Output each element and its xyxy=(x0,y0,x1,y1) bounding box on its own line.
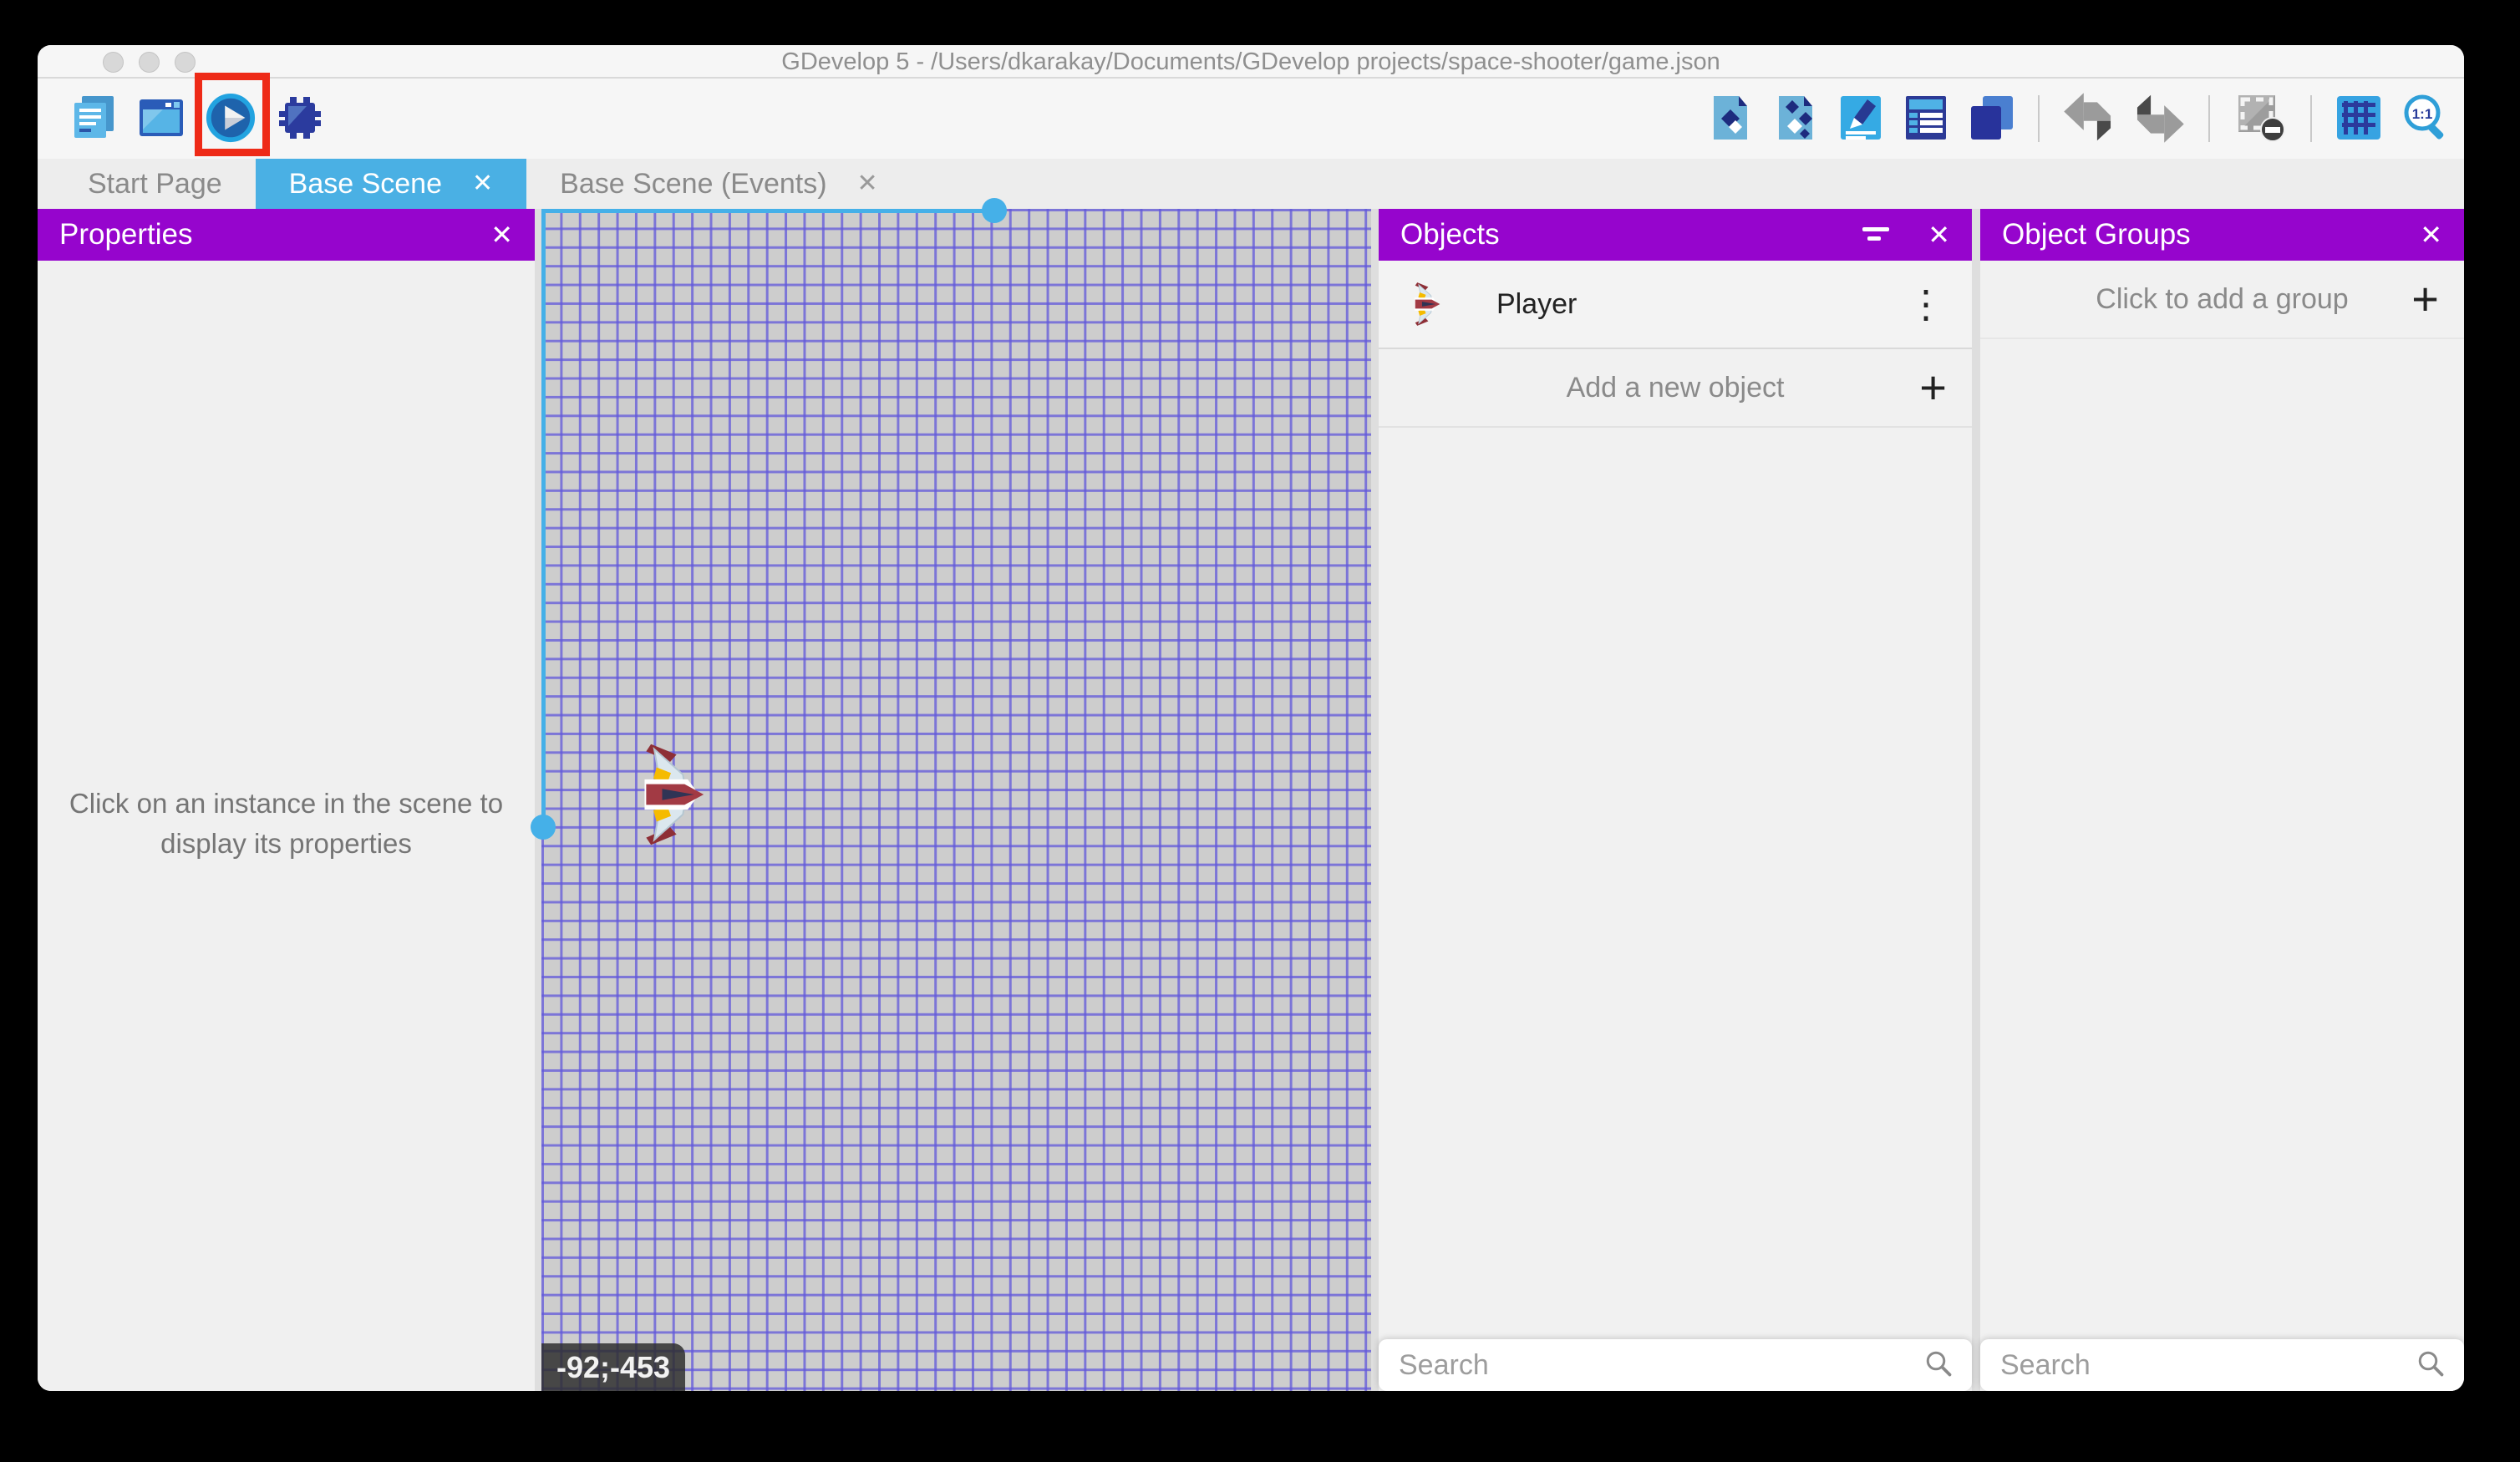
main-content: Properties ✕ Click on an instance in the… xyxy=(38,209,2464,1391)
layers-icon xyxy=(1968,94,2014,144)
tab-label: Base Scene (Events) xyxy=(560,168,826,201)
redo-button[interactable] xyxy=(2133,92,2185,146)
app-window: GDevelop 5 - /Users/dkarakay/Documents/G… xyxy=(38,45,2464,1391)
objects-search-input[interactable] xyxy=(1397,1348,1923,1383)
debug-button[interactable] xyxy=(277,94,323,144)
objects-search-bar xyxy=(1379,1339,1972,1391)
toggle-grid-button[interactable] xyxy=(2335,94,2382,144)
cursor-coordinates-badge: -92;-453 xyxy=(541,1343,685,1391)
properties-empty-message: Click on an instance in the scene to dis… xyxy=(61,784,511,864)
tab-label: Base Scene xyxy=(289,168,442,201)
toolbar-separator xyxy=(2038,95,2040,142)
play-preview-button[interactable] xyxy=(205,92,257,146)
tab-base-scene[interactable]: Base Scene ✕ xyxy=(256,159,527,209)
window-mask-icon xyxy=(2233,94,2287,145)
object-menu-button[interactable]: ⋮ xyxy=(1902,284,1950,324)
tab-base-scene-events[interactable]: Base Scene (Events) ✕ xyxy=(526,159,912,209)
properties-panel: Properties ✕ Click on an instance in the… xyxy=(38,209,535,1391)
game-window-border-top xyxy=(541,209,994,213)
game-window-border-left xyxy=(541,209,546,827)
zoom-1-1-button[interactable]: 1:1 xyxy=(2401,93,2451,145)
add-object-label: Add a new object xyxy=(1567,372,1785,404)
svg-text:1:1: 1:1 xyxy=(2412,106,2433,122)
player-ship-sprite[interactable] xyxy=(635,742,707,851)
close-icon: ✕ xyxy=(2420,221,2442,248)
toolbar-left xyxy=(71,79,323,159)
scene-window-button[interactable] xyxy=(138,94,185,144)
layers-editor-button[interactable] xyxy=(1968,94,2014,144)
grid-icon xyxy=(2335,94,2382,144)
close-tab-icon[interactable]: ✕ xyxy=(472,171,493,196)
tab-start-page[interactable]: Start Page xyxy=(54,159,256,209)
close-icon: ✕ xyxy=(490,221,513,248)
object-groups-editor-icon xyxy=(1772,94,1819,144)
object-row-player[interactable]: Player ⋮ xyxy=(1379,261,1972,349)
zoom-1-1-icon: 1:1 xyxy=(2401,93,2451,145)
properties-editor-button[interactable] xyxy=(1837,94,1884,144)
add-group-label: Click to add a group xyxy=(2096,283,2348,316)
close-panel-button[interactable]: ✕ xyxy=(1928,221,1950,248)
toolbar-separator xyxy=(2208,95,2210,142)
properties-pencil-icon xyxy=(1837,94,1884,144)
add-object-row[interactable]: Add a new object + xyxy=(1379,349,1972,428)
window-title: GDevelop 5 - /Users/dkarakay/Documents/G… xyxy=(38,45,2464,79)
properties-panel-header: Properties ✕ xyxy=(38,209,535,261)
object-name: Player xyxy=(1496,288,1577,321)
project-manager-button[interactable] xyxy=(71,94,118,144)
close-panel-button[interactable]: ✕ xyxy=(490,221,513,248)
title-bar: GDevelop 5 - /Users/dkarakay/Documents/G… xyxy=(38,45,2464,79)
debug-chip-icon xyxy=(277,94,323,144)
tab-label: Start Page xyxy=(88,168,222,201)
objects-panel-header: Objects ✕ xyxy=(1379,209,1972,261)
close-tab-icon[interactable]: ✕ xyxy=(857,171,878,196)
add-group-row[interactable]: Click to add a group + xyxy=(1980,261,2464,339)
objects-panel: Objects ✕ Player xyxy=(1379,209,1972,1391)
undo-icon xyxy=(2063,92,2115,146)
border-handle[interactable] xyxy=(982,198,1007,223)
project-manager-icon xyxy=(71,94,118,144)
play-icon xyxy=(205,92,257,146)
groups-search-bar xyxy=(1980,1339,2464,1391)
tab-bar: Start Page Base Scene ✕ Base Scene (Even… xyxy=(38,159,2464,209)
undo-button[interactable] xyxy=(2063,92,2115,146)
objects-editor-icon xyxy=(1707,94,1754,144)
close-icon: ✕ xyxy=(1928,221,1950,248)
toggle-window-mask-button[interactable] xyxy=(2233,94,2287,145)
object-groups-panel: Object Groups ✕ Click to add a group + xyxy=(1980,209,2464,1391)
groups-search-input[interactable] xyxy=(1999,1348,2416,1383)
objects-editor-button[interactable] xyxy=(1707,94,1754,144)
filter-button[interactable] xyxy=(1861,221,1894,249)
redo-icon xyxy=(2133,92,2185,146)
panel-title: Object Groups xyxy=(2002,218,2191,251)
filter-icon xyxy=(1861,221,1894,249)
instances-list-icon xyxy=(1903,94,1949,144)
instances-list-button[interactable] xyxy=(1903,94,1949,144)
object-groups-panel-header: Object Groups ✕ xyxy=(1980,209,2464,261)
object-groups-editor-button[interactable] xyxy=(1772,94,1819,144)
border-handle[interactable] xyxy=(531,815,556,840)
player-thumbnail xyxy=(1410,282,1441,327)
toolbar-right: 1:1 xyxy=(1707,79,2451,159)
toolbar: 1:1 xyxy=(38,79,2464,159)
add-object-plus-icon[interactable]: + xyxy=(1914,363,1952,412)
close-panel-button[interactable]: ✕ xyxy=(2420,221,2442,248)
scene-window-icon xyxy=(138,94,185,144)
search-icon xyxy=(1923,1348,1954,1383)
panel-title: Objects xyxy=(1400,218,1500,251)
panel-title: Properties xyxy=(59,218,193,251)
toolbar-separator xyxy=(2310,95,2312,142)
search-icon xyxy=(2416,1348,2446,1383)
add-group-plus-icon[interactable]: + xyxy=(2406,275,2444,323)
scene-canvas[interactable]: -92;-453 xyxy=(541,209,1371,1391)
